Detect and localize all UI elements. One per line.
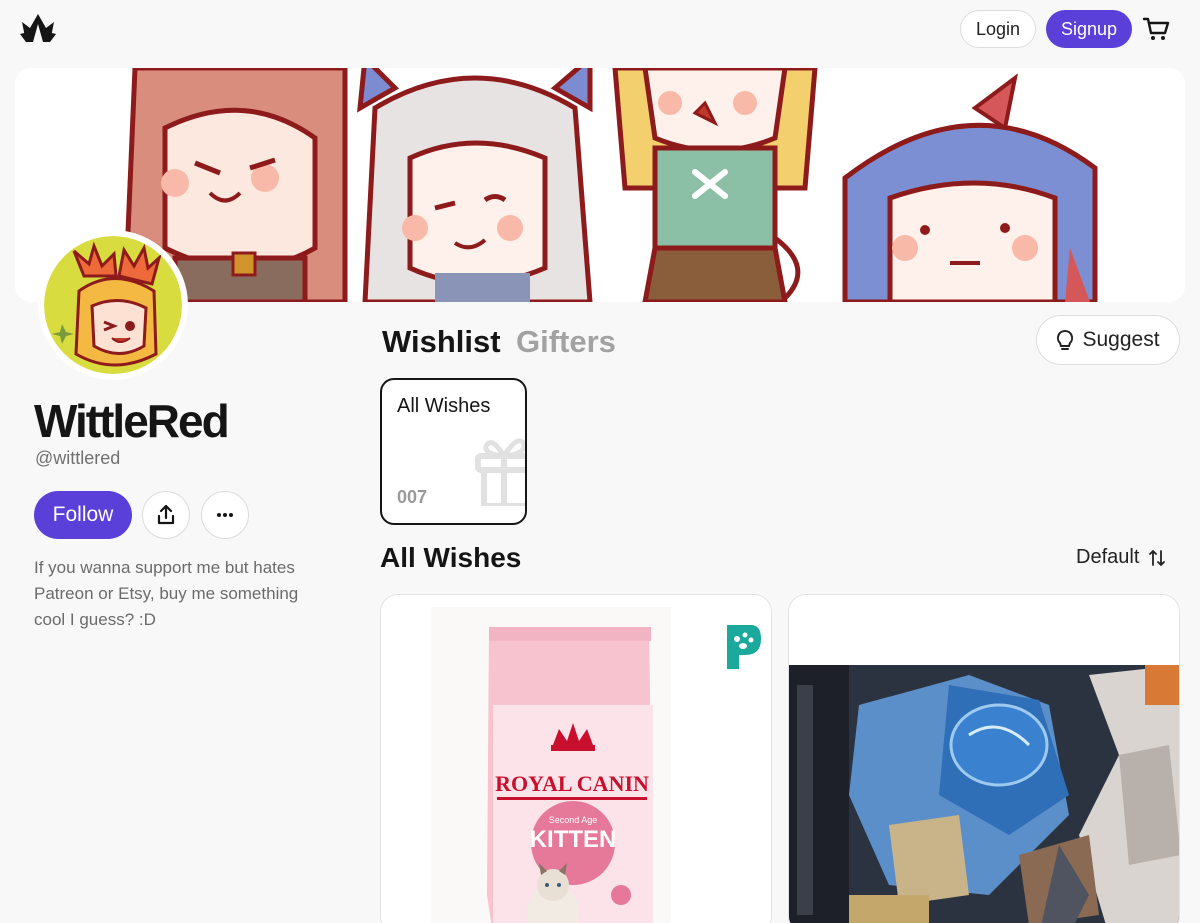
wish-card[interactable] (788, 594, 1180, 923)
signup-button[interactable]: Signup (1046, 10, 1132, 48)
suggest-label: Suggest (1082, 328, 1160, 351)
tab-gifters[interactable]: Gifters (516, 324, 616, 360)
avatar (38, 230, 188, 380)
product-title: KITTEN (530, 826, 617, 853)
sort-dropdown[interactable]: Default (1076, 546, 1166, 569)
login-button[interactable]: Login (960, 10, 1036, 48)
profile-banner (15, 68, 1185, 302)
product-image-cat-food: ROYAL CANIN Second Age KITTEN (381, 595, 771, 923)
follow-button[interactable]: Follow (34, 491, 132, 539)
profile-bio: If you wanna support me but hates Patreo… (34, 558, 299, 629)
sort-icon (1149, 549, 1166, 566)
sort-label: Default (1076, 546, 1140, 568)
product-image-gundam (789, 595, 1179, 923)
gift-icon (475, 438, 525, 506)
avatar-image (44, 236, 182, 374)
profile-name: WittleRed (34, 395, 230, 447)
list-card-count: 007 (397, 487, 428, 507)
tab-wishlist[interactable]: Wishlist (382, 324, 501, 360)
wishes-section-title: All Wishes (380, 542, 522, 573)
more-options-button[interactable] (201, 491, 249, 539)
character-silver (357, 68, 593, 302)
lightbulb-icon (1057, 329, 1074, 350)
more-icon (217, 513, 233, 517)
wishlist-card-all-wishes[interactable]: All Wishes 007 (380, 378, 527, 525)
share-button[interactable] (142, 491, 190, 539)
cart-icon[interactable] (1142, 16, 1170, 42)
crown-logo-icon[interactable] (18, 12, 58, 46)
suggest-button[interactable]: Suggest (1036, 315, 1180, 365)
product-sub: Second Age (549, 815, 598, 825)
share-icon (157, 504, 175, 525)
banner-illustration (15, 68, 1185, 302)
product-brand: ROYAL CANIN (495, 771, 649, 796)
profile-handle: @wittlered (35, 448, 121, 468)
wish-card[interactable]: ROYAL CANIN Second Age KITTEN (380, 594, 772, 923)
list-card-title: All Wishes (397, 395, 491, 417)
